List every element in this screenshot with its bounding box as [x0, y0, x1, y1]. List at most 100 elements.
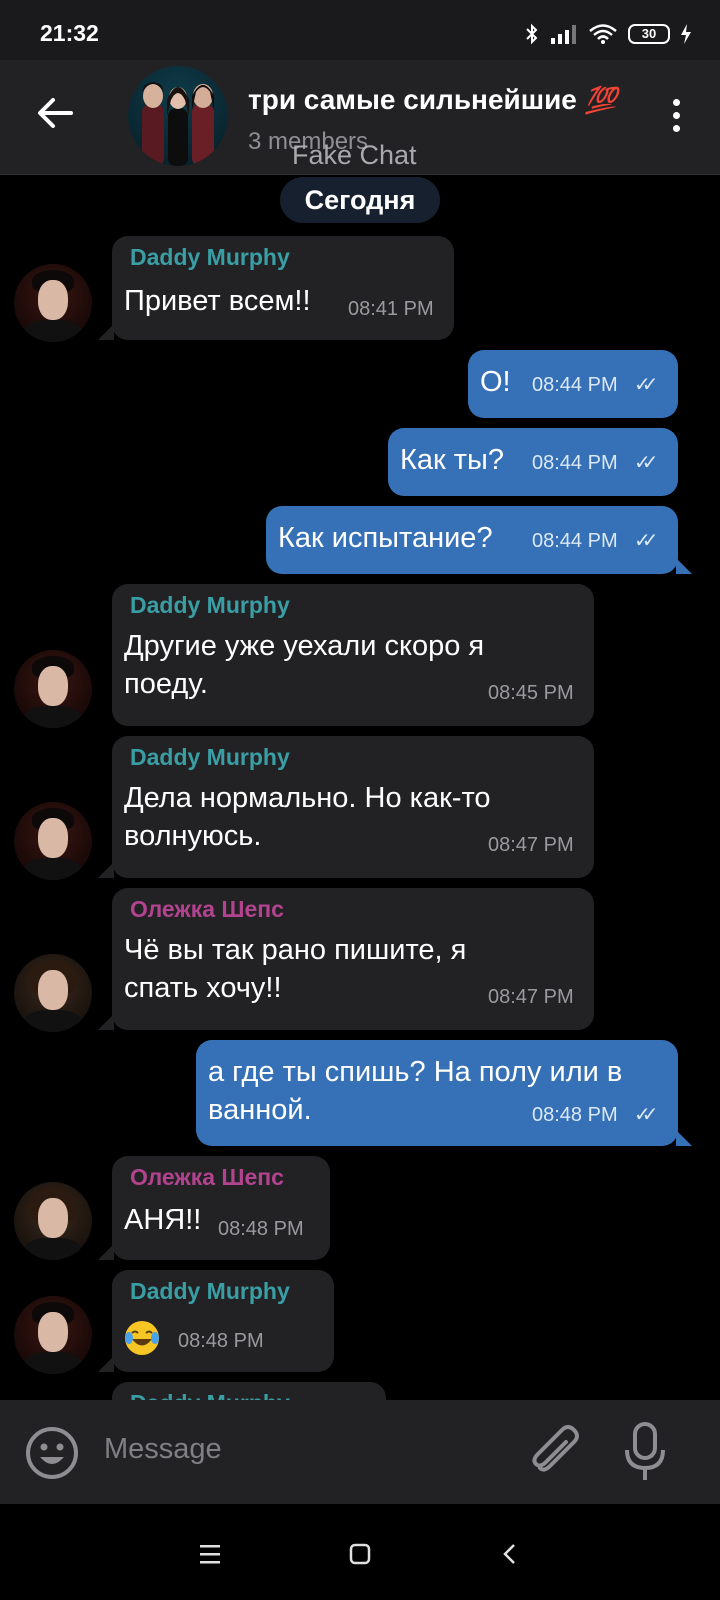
message-bubble[interactable]: Олежка Шепс Чё вы так рано пишите, я спа… — [98, 888, 594, 1030]
sender-name[interactable]: Олежка Шепс — [130, 1164, 284, 1191]
chat-title-text: три самые сильнейшие — [248, 84, 577, 115]
bubble-tail — [98, 1244, 114, 1260]
more-dot — [672, 124, 680, 132]
more-dot — [672, 111, 680, 119]
menu-lines-icon — [200, 1545, 220, 1564]
message-time: 08:44 PM — [532, 374, 618, 396]
sender-name[interactable]: Daddy Murphy — [130, 1390, 290, 1400]
avatar-body — [24, 320, 82, 342]
avatar-face — [38, 1312, 68, 1352]
sender-name[interactable]: Daddy Murphy — [130, 244, 290, 271]
message-time: 08:44 PM — [532, 530, 618, 552]
avatar[interactable] — [14, 650, 92, 728]
status-icons: 30 — [524, 22, 692, 46]
message-bubble[interactable]: Daddy Murphy Другие уже уехали скоро я п… — [112, 584, 594, 726]
message-text-line: поеду. — [124, 668, 208, 700]
message-list[interactable]: Сегодня Daddy Murphy Привет всем!! 08:41… — [0, 176, 720, 1400]
bluetooth-icon — [526, 23, 538, 45]
chat-title: три самые сильнейшие 💯 — [248, 84, 617, 116]
bubble-tail — [98, 1356, 114, 1372]
message-bubble[interactable]: Daddy Murphy Привет всем!! 08:41 PM — [98, 236, 454, 340]
message-text-line: Другие уже уехали скоро я — [124, 630, 485, 662]
status-time: 21:32 — [40, 20, 99, 46]
message-text: АНЯ!! — [124, 1204, 202, 1236]
avatar-face — [38, 818, 68, 858]
bubble-tail — [676, 1130, 692, 1146]
sender-name[interactable]: Олежка Шепс — [130, 896, 284, 923]
message-text-line: ванной. — [208, 1094, 312, 1126]
message-text: Как ты? — [400, 444, 505, 476]
sender-name[interactable]: Daddy Murphy — [130, 744, 290, 771]
wifi-icon — [589, 24, 617, 44]
attach-button[interactable] — [526, 1424, 582, 1480]
charging-icon — [681, 24, 691, 44]
system-back-button[interactable] — [490, 1534, 530, 1574]
message-text-line: а где ты спишь? На полу или в — [208, 1056, 623, 1088]
face-with-tears-of-joy-icon — [125, 1321, 159, 1355]
chevron-left-icon — [503, 1544, 515, 1564]
message-time: 08:45 PM — [488, 682, 574, 704]
read-receipt-icon: ✓✓ — [634, 530, 658, 552]
message-bubble[interactable]: Daddy Murphy — [112, 1382, 386, 1400]
message-bubble[interactable]: а где ты спишь? На полу или в ванной. 08… — [196, 1040, 692, 1146]
voice-message-button[interactable] — [622, 1422, 668, 1482]
avatar[interactable] — [14, 1296, 92, 1374]
status-bar: 21:32 30 — [0, 0, 720, 60]
message-time: 08:48 PM — [218, 1218, 304, 1240]
message-text-line: Чё вы так рано пишите, я — [124, 934, 467, 966]
read-receipt-icon: ✓✓ — [634, 1104, 658, 1126]
message-composer: Message — [0, 1400, 720, 1504]
message-text-line: волнуюсь. — [124, 820, 262, 852]
message-time: 08:41 PM — [348, 298, 434, 320]
message-text: О! — [480, 366, 511, 398]
message-text-line: спать хочу!! — [124, 972, 282, 1004]
avatar-face — [38, 970, 68, 1010]
message-input[interactable]: Message — [104, 1433, 222, 1466]
avatar[interactable] — [14, 802, 92, 880]
message-time: 08:47 PM — [488, 986, 574, 1008]
message-bubble[interactable]: О! 08:44 PM ✓✓ — [468, 350, 678, 418]
emoji-button[interactable] — [24, 1425, 80, 1481]
message-text: Как испытание? — [278, 522, 493, 554]
smiley-icon — [26, 1427, 78, 1479]
avatar-face — [38, 666, 68, 706]
message-bubble[interactable]: Как ты? 08:44 PM ✓✓ — [388, 428, 678, 496]
avatar-body — [24, 1010, 82, 1032]
message-text: Привет всем!! — [124, 285, 311, 317]
read-receipt-icon: ✓✓ — [634, 374, 658, 396]
avatar-body — [24, 1238, 82, 1260]
square-icon — [349, 1543, 371, 1565]
message-time: 08:48 PM — [178, 1330, 264, 1352]
sender-name[interactable]: Daddy Murphy — [130, 1278, 290, 1305]
avatar[interactable] — [14, 954, 92, 1032]
message-time: 08:44 PM — [532, 452, 618, 474]
message-bubble[interactable]: Daddy Murphy Дела нормально. Но как-то в… — [98, 736, 594, 878]
more-dots-icon — [672, 98, 680, 106]
recents-button[interactable] — [190, 1534, 230, 1574]
message-text-line: Дела нормально. Но как-то — [124, 782, 491, 814]
avatar-face — [38, 1198, 68, 1238]
message-bubble[interactable]: Daddy Murphy 08:48 PM — [98, 1270, 334, 1372]
sender-name[interactable]: Daddy Murphy — [130, 592, 290, 619]
battery-icon: 30 — [628, 24, 670, 44]
avatar[interactable] — [14, 264, 92, 342]
paperclip-icon — [532, 1425, 579, 1472]
avatar-body — [24, 706, 82, 728]
message-time: 08:48 PM — [532, 1104, 618, 1126]
avatar[interactable] — [14, 1182, 92, 1260]
back-button[interactable] — [30, 88, 80, 138]
more-options-button[interactable] — [662, 90, 690, 140]
message-bubble[interactable]: Олежка Шепс АНЯ!! 08:48 PM — [98, 1156, 330, 1260]
microphone-icon — [625, 1422, 665, 1480]
arrow-left-icon — [38, 98, 73, 128]
bubble-tail — [98, 862, 114, 878]
bubble-tail — [676, 558, 692, 574]
group-avatar[interactable] — [128, 66, 228, 166]
read-receipt-icon: ✓✓ — [634, 452, 658, 474]
date-separator: Сегодня — [280, 177, 440, 223]
home-button[interactable] — [340, 1534, 380, 1574]
hundred-points-icon: 💯 — [584, 85, 618, 115]
watermark: Fake Chat — [292, 140, 417, 170]
message-bubble[interactable]: Как испытание? 08:44 PM ✓✓ — [266, 506, 692, 574]
system-navigation-bar — [0, 1504, 720, 1600]
